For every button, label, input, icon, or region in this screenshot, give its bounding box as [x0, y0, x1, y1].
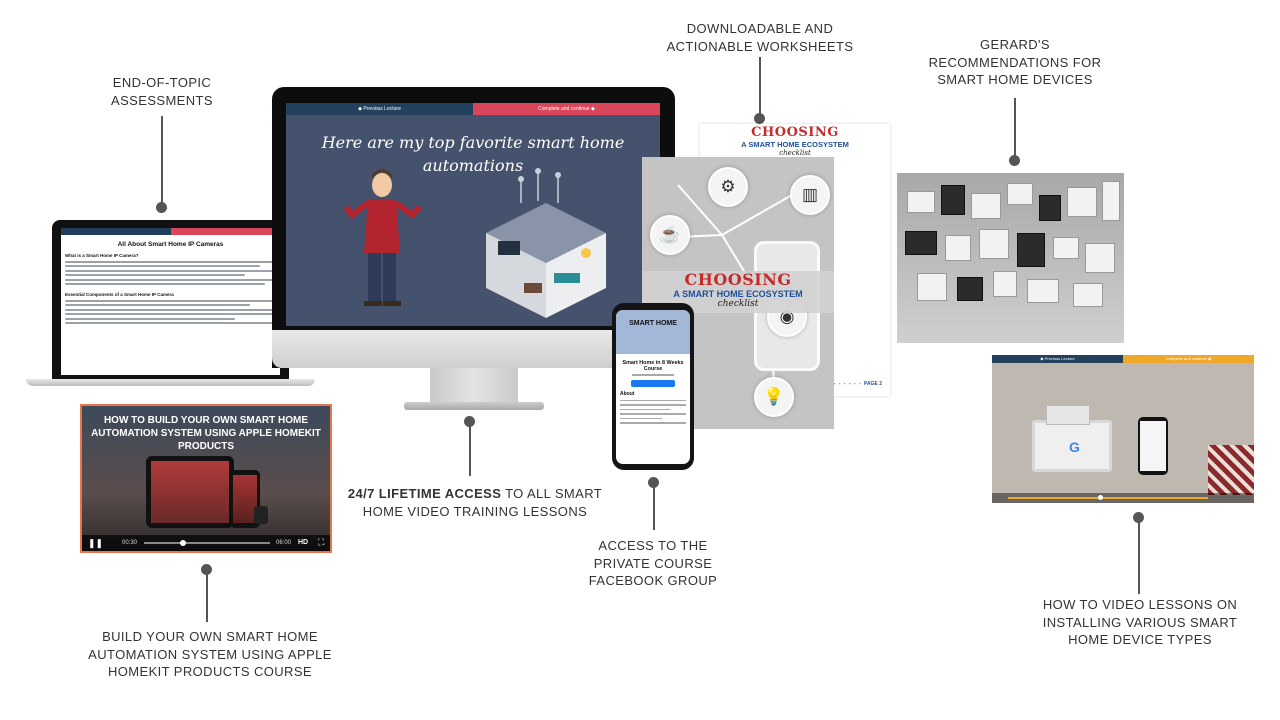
hand-with-phone [1138, 417, 1168, 475]
seek-handle[interactable] [180, 540, 186, 546]
howto-video-lesson[interactable]: ◆ Previous Lecture Complete and continue… [992, 355, 1254, 503]
pause-icon[interactable]: ❚❚ [88, 538, 103, 549]
device-box [1046, 405, 1090, 425]
connector-dot [1009, 155, 1020, 166]
callout-recommendations: GERARD'S RECOMMENDATIONS FOR SMART HOME … [928, 37, 1102, 87]
presenter-illustration [343, 168, 606, 318]
fridge-icon: ▥ [790, 175, 830, 215]
fullscreen-icon[interactable]: ⛶ [318, 537, 324, 548]
laptop-base [26, 379, 315, 386]
callout-worksheets: DOWNLOADABLE AND ACTIONABLE WORKSHEETS [666, 21, 854, 54]
homekit-course-video[interactable]: HOW TO BUILD YOUR OWN SMART HOME AUTOMAT… [80, 404, 332, 553]
monitor-foot [404, 402, 544, 410]
callout-assessments: END-OF-TOPIC ASSESSMENTS [111, 75, 213, 108]
connector-line [759, 57, 761, 117]
seek-handle[interactable] [1098, 495, 1103, 500]
lesson-heading: Essential Components of a Smart Home IP … [65, 292, 174, 297]
connector-line [1138, 520, 1140, 594]
complete-continue-button[interactable]: Complete and continue ◆ [1123, 355, 1254, 363]
coffee-maker-icon: ☕ [650, 215, 690, 255]
time-start: 00:30 [122, 540, 138, 546]
monitor-screen: ◆ Previous Lecture Complete and continue… [286, 103, 660, 326]
smart-devices-photo [897, 173, 1124, 343]
callout-howto-lessons: HOW TO VIDEO LESSONS ON INSTALLING VARIO… [1042, 597, 1238, 647]
isometric-room [486, 168, 606, 318]
hd-badge[interactable]: HD [298, 539, 308, 546]
seek-bar[interactable] [1008, 497, 1208, 499]
connector-line [1014, 98, 1016, 158]
video-title: HOW TO BUILD YOUR OWN SMART HOME AUTOMAT… [91, 415, 321, 452]
lesson-heading: What is a Smart Home IP Camera? [65, 253, 139, 258]
join-group-button[interactable] [631, 379, 675, 387]
video-controls[interactable]: ❚❚ 00:30 06:00 HD ⛶ [82, 535, 330, 551]
facebook-group-screen: SMART HOME Smart Home in 8 Weeks Course … [616, 310, 690, 464]
watch-mockup [254, 506, 268, 524]
presenter-figure [343, 169, 423, 306]
seek-bar[interactable] [144, 540, 270, 546]
connector-line [206, 572, 208, 622]
connector-dot [754, 113, 765, 124]
time-end: 06:00 [276, 540, 292, 546]
lightbulb-icon: 💡 [754, 377, 794, 417]
monitor-stand [430, 368, 518, 404]
connector-dot [156, 202, 167, 213]
callout-facebook-group: ACCESS TO THE PRIVATE COURSE FACEBOOK GR… [588, 538, 718, 588]
callout-lifetime-access: 24/7 LIFETIME ACCESS TO ALL SMART HOME V… [347, 486, 603, 519]
group-title: Smart Home in 8 Weeks Course [622, 360, 684, 372]
video-controls[interactable] [992, 493, 1254, 503]
lecture-nav-bar[interactable] [61, 228, 280, 235]
lecture-nav-bar: ◆ Previous Lecture Complete and continue… [992, 355, 1254, 363]
lesson-title: All About Smart Home IP Cameras [117, 241, 224, 248]
laptop-screen: All About Smart Home IP Cameras What is … [61, 228, 280, 375]
sleeve [1208, 445, 1254, 495]
previous-lecture-button[interactable]: ◆ Previous Lecture [992, 355, 1123, 363]
page-number: - - - - - - - PAGE 2 [828, 381, 882, 387]
connector-line [469, 424, 471, 476]
tablet-mockup [146, 456, 234, 528]
callout-homekit-course: BUILD YOUR OWN SMART HOME AUTOMATION SYS… [88, 629, 332, 679]
smart-display-device: G [1032, 420, 1112, 472]
mixer-icon: ⚙ [708, 167, 748, 207]
group-cover: SMART HOME [616, 310, 690, 354]
connector-line [653, 485, 655, 530]
about-heading: About [620, 390, 635, 397]
connector-line [161, 116, 163, 204]
